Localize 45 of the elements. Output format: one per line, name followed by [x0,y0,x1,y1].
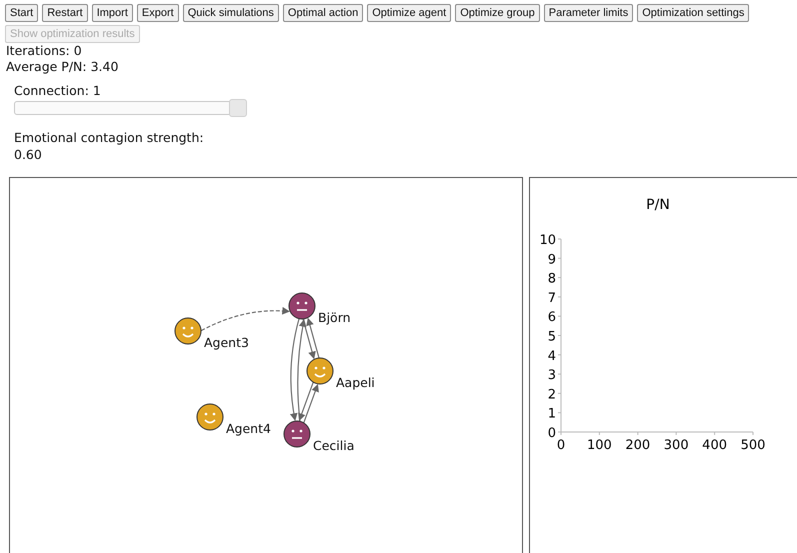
toolbar-button[interactable]: Parameter limits [544,4,634,22]
y-tick-label: 2 [548,387,556,402]
chart-title: P/N [646,197,670,213]
toolbar-button[interactable]: Restart [42,4,88,22]
toolbar-button[interactable]: Optimize group [455,4,540,22]
y-tick-label: 1 [548,406,556,422]
neutral-face-node[interactable] [288,292,316,320]
x-tick-label: 0 [556,438,566,453]
toolbar-button[interactable]: Export [136,4,179,22]
smiley-face-node[interactable] [174,318,202,344]
toolbar-button[interactable]: Import [92,4,133,22]
toolbar-button[interactable]: Start [5,4,38,22]
node-label: Aapeli [336,375,375,390]
node-label: Agent3 [204,335,249,350]
toolbar-button[interactable]: Quick simulations [182,4,279,22]
node-label: Agent4 [226,421,271,436]
node-label: Björn [318,310,351,325]
x-tick-label: 500 [740,438,766,453]
stat-text: Iterations: 0 [5,43,83,59]
slider-thumb[interactable] [229,99,247,117]
y-tick-label: 7 [548,290,556,306]
toolbar-button[interactable]: Optimize agent [367,4,452,22]
slider-value: 0.60 [14,146,43,163]
y-tick-label: 0 [548,426,556,441]
slider-label: Connection: 1 [14,83,102,98]
stat-text: Average P/N: 3.40 [5,59,120,75]
y-tick-label: 4 [548,348,556,364]
toolbar-button[interactable]: Optimal action [282,4,364,22]
x-tick-label: 100 [586,438,612,453]
smiley-face-node[interactable] [306,358,334,384]
smiley-face-node[interactable] [196,404,224,430]
slider-track[interactable] [14,101,246,115]
y-tick-label: 5 [548,330,556,344]
node-label: Cecilia [313,438,354,453]
x-tick-label: 400 [702,438,728,453]
y-tick-label: 9 [548,252,556,268]
neutral-face-node[interactable] [284,420,310,448]
x-tick-label: 300 [664,438,689,453]
toolbar-button[interactable]: Optimization settings [637,4,750,22]
x-tick-label: 200 [625,438,650,453]
y-tick-label: 6 [548,310,556,326]
y-tick-label: 10 [539,233,556,248]
y-tick-label: 8 [548,272,556,287]
y-tick-label: 3 [548,368,556,384]
slider-label: Emotional contagion strength: [14,129,205,146]
